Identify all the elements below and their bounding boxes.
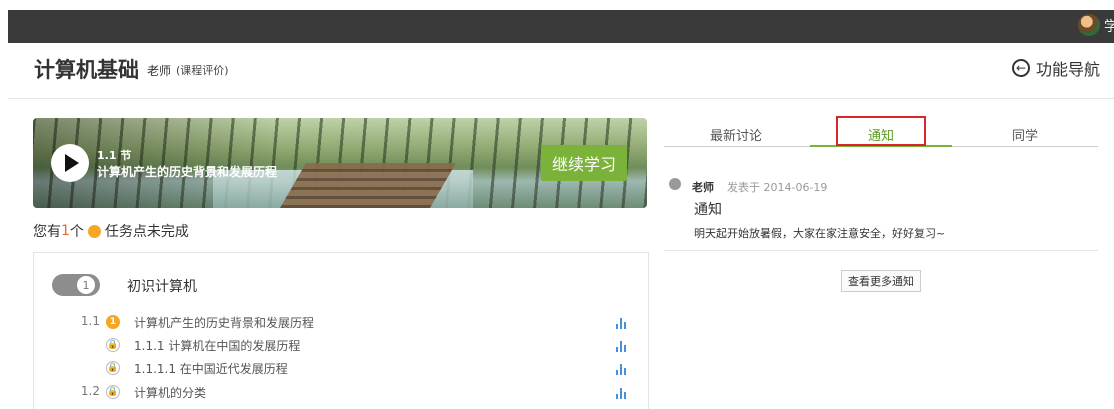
course-review-link[interactable]: (课程评价) bbox=[176, 62, 229, 78]
task-summary: 您有 1 个 任务点未完成 bbox=[33, 221, 189, 241]
tab-classmates[interactable]: 同学 bbox=[1012, 125, 1038, 144]
arrow-left-icon: ← bbox=[1012, 59, 1030, 77]
section-number: 1.1 bbox=[80, 314, 100, 328]
teacher-name[interactable]: 老师 bbox=[147, 62, 171, 79]
stats-icon[interactable] bbox=[614, 386, 628, 400]
banner-section-number: 1.1 节 bbox=[97, 149, 132, 162]
section-link[interactable]: 1.1.1.1 在中国近代发展历程 bbox=[134, 360, 288, 377]
task-suffix: 任务点未完成 bbox=[104, 224, 189, 240]
user-avatar[interactable] bbox=[1078, 14, 1100, 36]
course-title: 计算机基础 bbox=[34, 58, 139, 82]
play-icon bbox=[65, 154, 79, 172]
course-header bbox=[8, 43, 1114, 99]
user-icon bbox=[669, 178, 681, 190]
divider bbox=[664, 250, 1098, 251]
banner-section-title: 计算机产生的历史背景和发展历程 bbox=[97, 165, 278, 179]
task-count: 1 bbox=[61, 223, 70, 239]
more-notices-button[interactable]: 查看更多通知 bbox=[841, 270, 921, 292]
chapter-title[interactable]: 初识计算机 bbox=[127, 276, 197, 296]
list-item[interactable]: 🔒 1.1.1 计算机在中国的发展历程 bbox=[0, 337, 640, 357]
tab-latest-discussion[interactable]: 最新讨论 bbox=[710, 125, 762, 144]
continue-learning-banner[interactable]: 1.1 节 计算机产生的历史背景和发展历程 继续学习 bbox=[33, 118, 647, 208]
section-link[interactable]: 计算机的分类 bbox=[134, 384, 206, 401]
notice-author: 老师 bbox=[692, 181, 714, 194]
lock-icon: 🔒 bbox=[106, 338, 120, 352]
task-point-icon bbox=[87, 224, 101, 238]
play-button[interactable] bbox=[51, 144, 89, 182]
list-item[interactable]: 1.2 🔒 计算机的分类 bbox=[0, 384, 640, 404]
chapter-number: 1 bbox=[77, 276, 95, 294]
tab-notice[interactable]: 通知 bbox=[868, 125, 894, 144]
section-link[interactable]: 计算机产生的历史背景和发展历程 bbox=[134, 314, 314, 331]
top-navigation-bar bbox=[8, 10, 1114, 43]
continue-learning-button[interactable]: 继续学习 bbox=[541, 145, 627, 181]
stats-icon[interactable] bbox=[614, 339, 628, 353]
notice-date: 发表于 2014-06-19 bbox=[727, 181, 828, 194]
function-navigation-button[interactable]: ← 功能导航 bbox=[1012, 56, 1100, 80]
task-point-badge: 1 bbox=[106, 315, 120, 329]
function-navigation-label: 功能导航 bbox=[1036, 60, 1101, 79]
list-item[interactable]: 1.1 1 计算机产生的历史背景和发展历程 bbox=[0, 314, 640, 334]
stats-icon[interactable] bbox=[614, 316, 628, 330]
section-link[interactable]: 1.1.1 计算机在中国的发展历程 bbox=[134, 337, 300, 354]
lock-icon: 🔒 bbox=[106, 385, 120, 399]
task-unit: 个 bbox=[69, 224, 84, 240]
top-strip bbox=[0, 0, 1114, 10]
task-prefix: 您有 bbox=[33, 224, 61, 240]
user-name[interactable]: 学 bbox=[1104, 16, 1114, 36]
notice-body: 明天起开始放暑假，大家在家注意安全，好好复习~ bbox=[694, 227, 946, 240]
section-number: 1.2 bbox=[80, 384, 100, 398]
banner-boardwalk-image bbox=[280, 163, 456, 208]
stats-icon[interactable] bbox=[614, 362, 628, 376]
list-item[interactable]: 🔒 1.1.1.1 在中国近代发展历程 bbox=[0, 360, 640, 380]
lock-icon: 🔒 bbox=[106, 361, 120, 375]
notice-title[interactable]: 通知 bbox=[694, 199, 722, 219]
